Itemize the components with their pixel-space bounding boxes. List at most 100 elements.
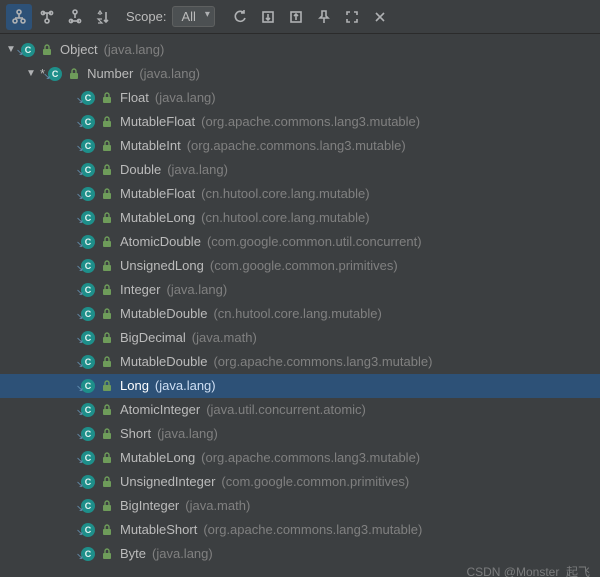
package-name: (java.lang)	[157, 422, 218, 446]
package-name: (cn.hutool.core.lang.mutable)	[213, 302, 381, 326]
package-name: (java.lang)	[139, 62, 200, 86]
refresh-button[interactable]	[227, 4, 253, 30]
package-name: (java.math)	[185, 494, 250, 518]
tree-row[interactable]: ▼↘CMutableDouble(cn.hutool.core.lang.mut…	[0, 302, 600, 326]
tree-row[interactable]: ▼↘CMutableInt(org.apache.commons.lang3.m…	[0, 134, 600, 158]
tree-row[interactable]: ▼↘CMutableFloat(org.apache.commons.lang3…	[0, 110, 600, 134]
tree-row-number[interactable]: ▼ * ↘C Number (java.lang)	[0, 62, 600, 86]
tree-row[interactable]: ▼↘CMutableDouble(org.apache.commons.lang…	[0, 350, 600, 374]
class-name: MutableShort	[120, 518, 197, 542]
subtypes-hierarchy-button[interactable]	[62, 4, 88, 30]
tree-row[interactable]: ▼↘CMutableLong(cn.hutool.core.lang.mutab…	[0, 206, 600, 230]
package-name: (cn.hutool.core.lang.mutable)	[201, 182, 369, 206]
lock-icon	[100, 187, 114, 201]
class-icon: ↘C	[80, 474, 96, 490]
expand-button[interactable]	[339, 4, 365, 30]
class-icon: ↘C	[80, 210, 96, 226]
class-name: Integer	[120, 278, 160, 302]
package-name: (java.lang)	[166, 278, 227, 302]
lock-icon	[100, 523, 114, 537]
package-name: (org.apache.commons.lang3.mutable)	[201, 110, 420, 134]
class-name: MutableFloat	[120, 110, 195, 134]
tree-row[interactable]: ▼↘CUnsignedLong(com.google.common.primit…	[0, 254, 600, 278]
package-name: (com.google.common.primitives)	[221, 470, 409, 494]
class-icon: ↘C	[80, 402, 96, 418]
tree-row[interactable]: ▼↘CDouble(java.lang)	[0, 158, 600, 182]
class-hierarchy-button[interactable]	[6, 4, 32, 30]
lock-icon	[100, 451, 114, 465]
class-name: AtomicDouble	[120, 230, 201, 254]
expand-arrow-icon[interactable]: ▼	[24, 67, 38, 81]
class-name: BigInteger	[120, 494, 179, 518]
lock-icon	[100, 163, 114, 177]
class-icon: ↘C	[80, 114, 96, 130]
tree-row[interactable]: ▼↘CFloat(java.lang)	[0, 86, 600, 110]
lock-icon	[100, 259, 114, 273]
package-name: (java.lang)	[104, 38, 165, 62]
lock-icon	[100, 235, 114, 249]
class-name: Float	[120, 86, 149, 110]
scope-label: Scope:	[126, 9, 166, 24]
autoscroll-from-source-button[interactable]	[283, 4, 309, 30]
package-name: (java.lang)	[152, 542, 213, 566]
class-name: MutableLong	[120, 206, 195, 230]
lock-icon	[100, 355, 114, 369]
tree-row-object[interactable]: ▼ ↘C Object (java.lang)	[0, 38, 600, 62]
class-name: Number	[87, 62, 133, 86]
package-name: (com.google.common.primitives)	[210, 254, 398, 278]
class-icon: ↘C	[80, 138, 96, 154]
tree-row[interactable]: ▼↘CShort(java.lang)	[0, 422, 600, 446]
class-name: MutableDouble	[120, 302, 207, 326]
class-icon: ↘C	[80, 306, 96, 322]
class-icon: ↘C	[80, 282, 96, 298]
package-name: (org.apache.commons.lang3.mutable)	[213, 350, 432, 374]
tree-row[interactable]: ▼↘CBigDecimal(java.math)	[0, 326, 600, 350]
package-name: (org.apache.commons.lang3.mutable)	[203, 518, 422, 542]
lock-icon	[100, 211, 114, 225]
class-icon: ↘C	[80, 234, 96, 250]
close-button[interactable]	[367, 4, 393, 30]
class-name: Object	[60, 38, 98, 62]
tree-row[interactable]: ▼↘CInteger(java.lang)	[0, 278, 600, 302]
lock-icon	[100, 547, 114, 561]
package-name: (java.lang)	[155, 86, 216, 110]
scope-dropdown[interactable]: All	[172, 6, 214, 27]
lock-icon	[100, 91, 114, 105]
class-icon: ↘C	[80, 330, 96, 346]
hierarchy-tree[interactable]: ▼ ↘C Object (java.lang) ▼ * ↘C Number (j…	[0, 34, 600, 577]
tree-row[interactable]: ▼↘CBigInteger(java.math)	[0, 494, 600, 518]
lock-icon	[100, 403, 114, 417]
tree-row[interactable]: ▼↘CMutableLong(org.apache.commons.lang3.…	[0, 446, 600, 470]
tree-row[interactable]: ▼↘CByte(java.lang)	[0, 542, 600, 566]
tree-row[interactable]: ▼↘CMutableShort(org.apache.commons.lang3…	[0, 518, 600, 542]
tree-row[interactable]: ▼↘CAtomicInteger(java.util.concurrent.at…	[0, 398, 600, 422]
class-name: MutableLong	[120, 446, 195, 470]
class-icon: ↘C	[80, 546, 96, 562]
package-name: (cn.hutool.core.lang.mutable)	[201, 206, 369, 230]
lock-icon	[100, 307, 114, 321]
class-icon: ↘C	[47, 66, 63, 82]
sort-alphabetically-button[interactable]	[90, 4, 116, 30]
lock-icon	[100, 475, 114, 489]
tree-row[interactable]: ▼↘CLong(java.lang)	[0, 374, 600, 398]
package-name: (java.math)	[192, 326, 257, 350]
tree-row[interactable]: ▼↘CAtomicDouble(com.google.common.util.c…	[0, 230, 600, 254]
autoscroll-to-source-button[interactable]	[255, 4, 281, 30]
lock-icon	[100, 379, 114, 393]
lock-icon	[100, 331, 114, 345]
lock-icon	[100, 283, 114, 297]
lock-icon	[67, 67, 81, 81]
class-name: UnsignedLong	[120, 254, 204, 278]
class-icon: ↘C	[80, 450, 96, 466]
class-icon: ↘C	[80, 186, 96, 202]
tree-row[interactable]: ▼↘CMutableFloat(cn.hutool.core.lang.muta…	[0, 182, 600, 206]
hierarchy-toolbar: Scope: All	[0, 0, 600, 34]
tree-row[interactable]: ▼↘CUnsignedInteger(com.google.common.pri…	[0, 470, 600, 494]
package-name: (com.google.common.util.concurrent)	[207, 230, 422, 254]
pin-button[interactable]	[311, 4, 337, 30]
class-icon: ↘C	[20, 42, 36, 58]
lock-icon	[100, 115, 114, 129]
supertypes-hierarchy-button[interactable]	[34, 4, 60, 30]
class-icon: ↘C	[80, 426, 96, 442]
class-name: MutableDouble	[120, 350, 207, 374]
